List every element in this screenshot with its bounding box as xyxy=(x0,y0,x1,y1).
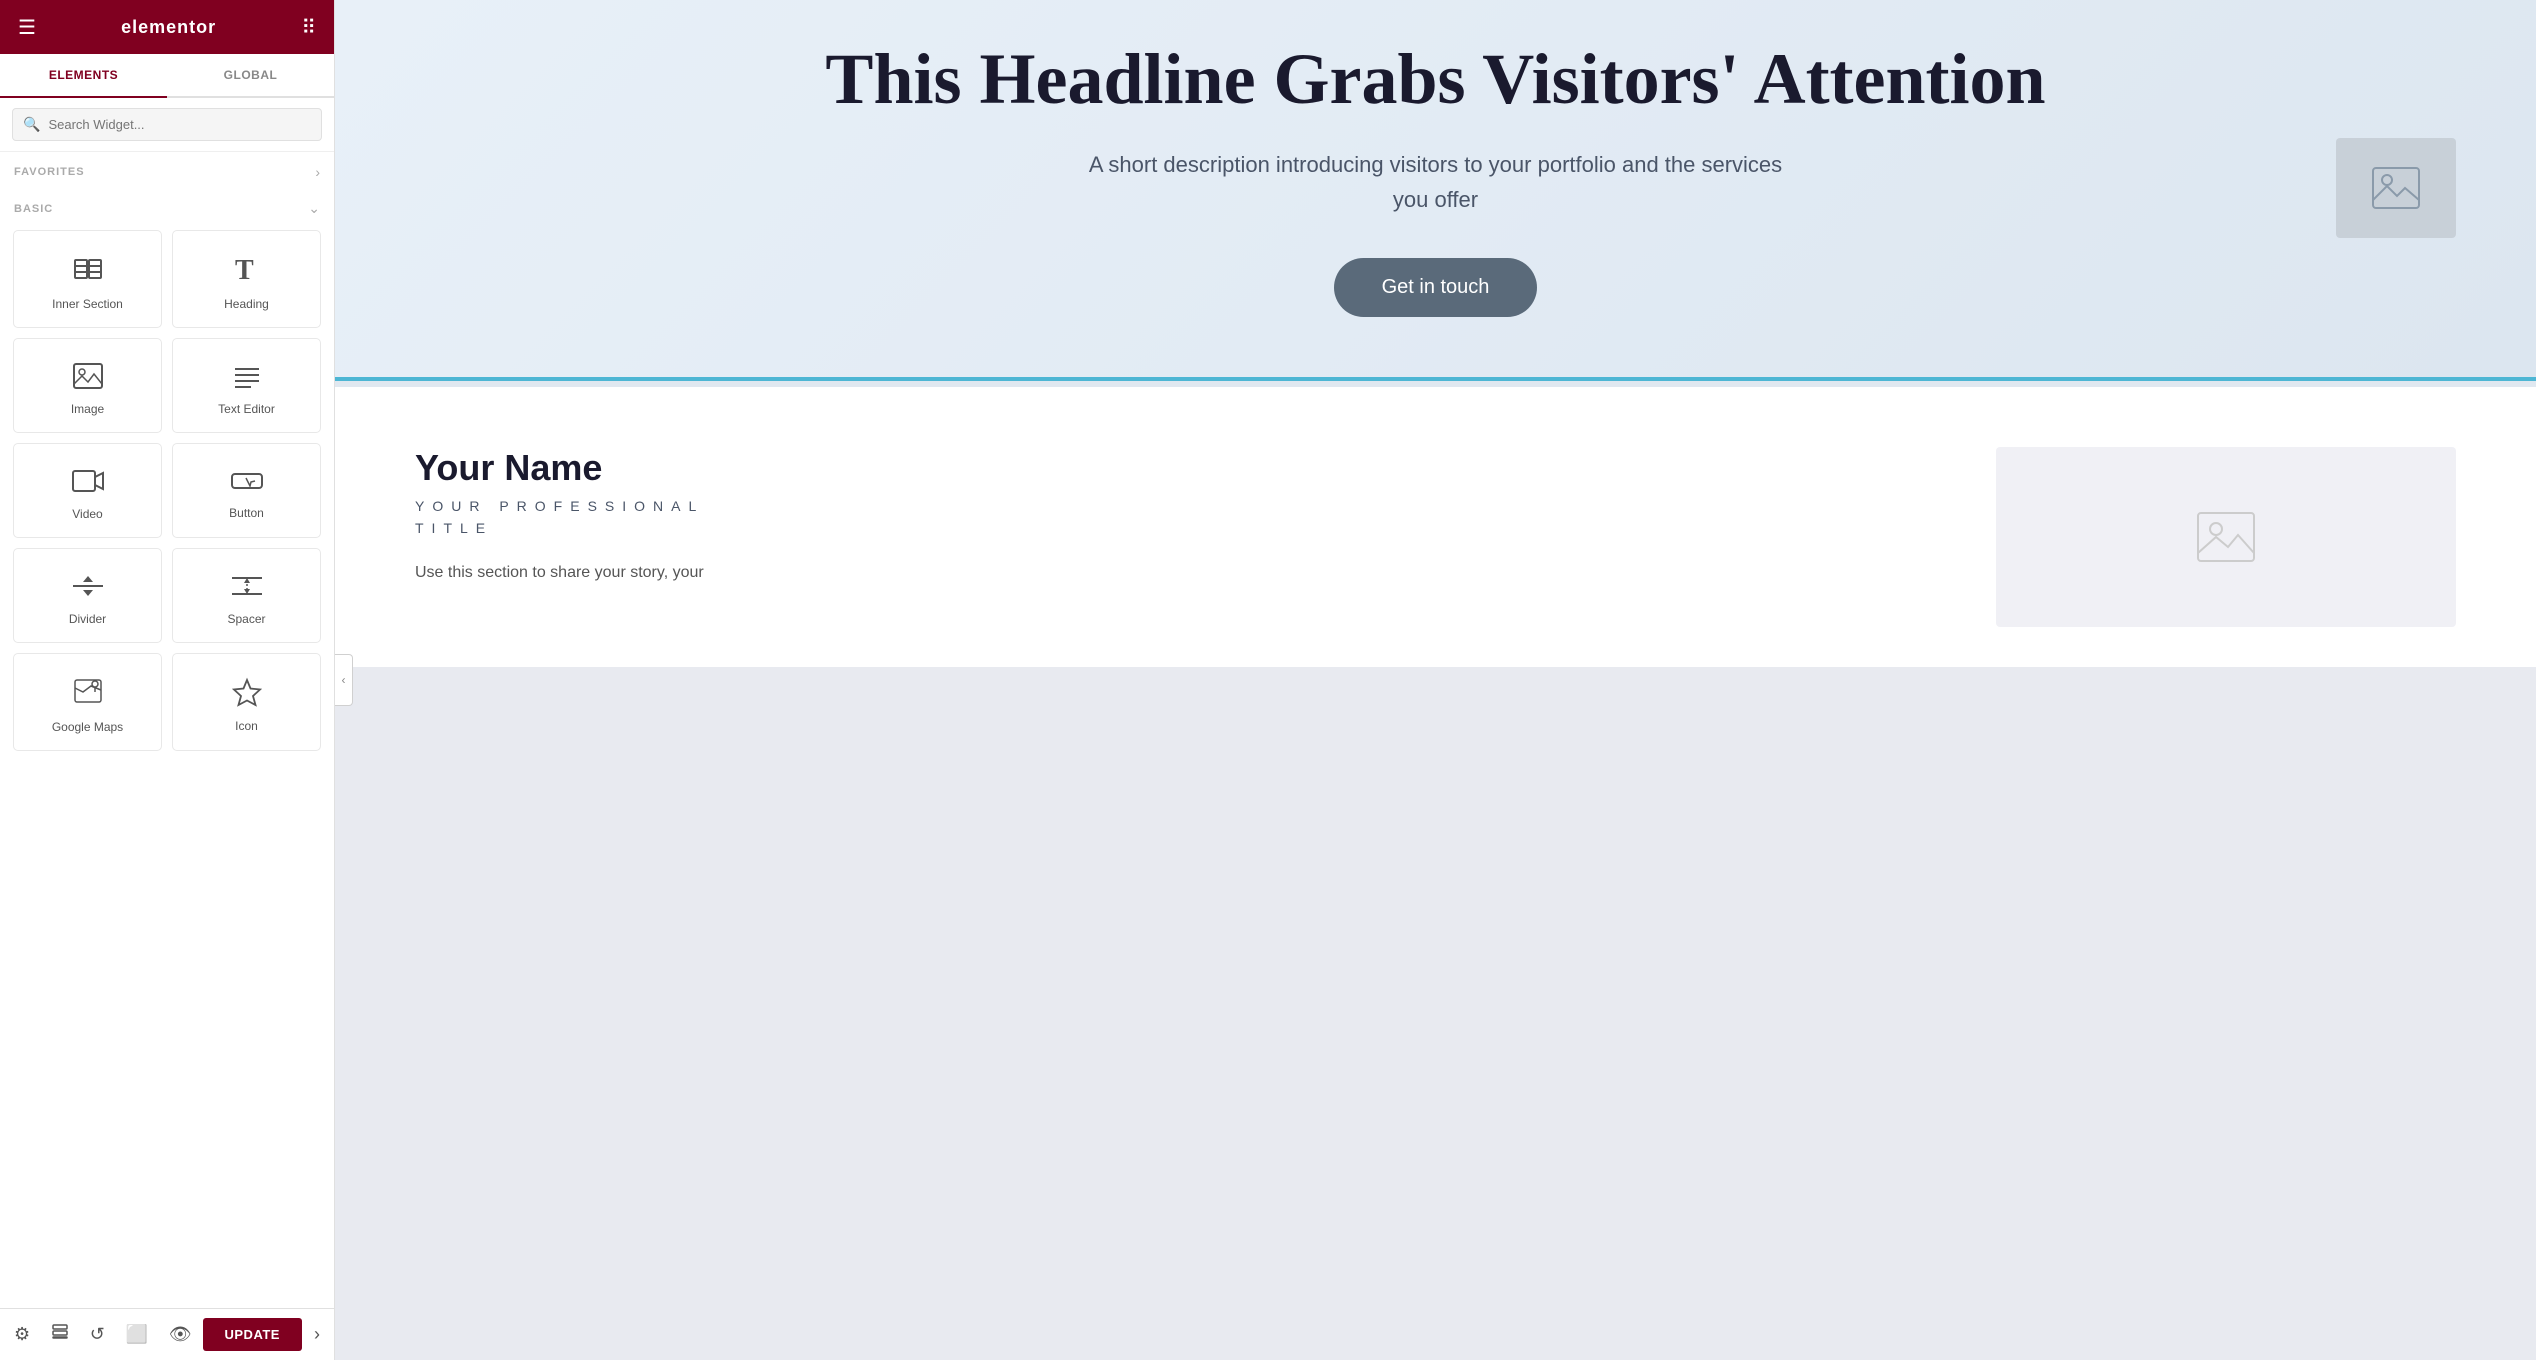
spacer-icon xyxy=(230,572,264,604)
about-section: Your Name YOUR PROFESSIONALTITLE Use thi… xyxy=(335,387,2536,667)
settings-icon[interactable]: ⚙ xyxy=(4,1314,40,1355)
widget-inner-section[interactable]: Inner Section xyxy=(13,230,162,328)
widget-heading[interactable]: T Heading xyxy=(172,230,321,328)
get-in-touch-button[interactable]: Get in touch xyxy=(1334,258,1538,317)
search-box: 🔍 xyxy=(12,108,322,141)
update-button[interactable]: UPDATE xyxy=(203,1318,302,1351)
basic-arrow-icon: ⌄ xyxy=(308,200,320,217)
tabs-row: ELEMENTS GLOBAL xyxy=(0,54,334,98)
basic-section-header[interactable]: BASIC ⌄ xyxy=(0,188,334,225)
about-image-placeholder xyxy=(1996,447,2456,627)
widgets-grid: Inner Section T Heading Image xyxy=(0,225,334,764)
footer-chevron-icon[interactable]: › xyxy=(304,1314,330,1355)
text-editor-icon xyxy=(231,362,263,394)
hero-image-placeholder xyxy=(2336,138,2456,238)
search-input[interactable] xyxy=(48,117,311,132)
preview-icon[interactable]: 👁 xyxy=(159,1314,202,1355)
favorites-label: FAVORITES xyxy=(14,166,85,178)
hero-headline: This Headline Grabs Visitors' Attention xyxy=(415,40,2456,119)
widget-inner-section-label: Inner Section xyxy=(52,297,123,311)
about-text: Your Name YOUR PROFESSIONALTITLE Use thi… xyxy=(415,447,1936,587)
about-description: Use this section to share your story, yo… xyxy=(415,559,1936,586)
image-icon xyxy=(72,362,104,394)
section-divider xyxy=(335,379,2536,387)
video-icon xyxy=(71,467,105,499)
sidebar: ☰ elementor ⠿ ELEMENTS GLOBAL 🔍 FAVORITE… xyxy=(0,0,335,1360)
elementor-logo: elementor xyxy=(121,17,216,38)
button-icon xyxy=(230,468,264,498)
tab-elements[interactable]: ELEMENTS xyxy=(0,54,167,98)
sidebar-header: ☰ elementor ⠿ xyxy=(0,0,334,54)
widget-image-label: Image xyxy=(71,402,104,416)
heading-icon: T xyxy=(231,253,263,289)
responsive-icon[interactable]: ⬜ xyxy=(116,1314,158,1355)
widget-icon[interactable]: Icon xyxy=(172,653,321,751)
widget-google-maps-label: Google Maps xyxy=(52,720,123,734)
widget-image[interactable]: Image xyxy=(13,338,162,433)
widget-video-label: Video xyxy=(72,507,102,521)
canvas: ‹ This Headline Grabs Visitors' Attentio… xyxy=(335,0,2536,1360)
svg-text:T: T xyxy=(235,255,254,285)
widget-button-label: Button xyxy=(229,506,264,520)
sidebar-footer: ⚙ ↺ ⬜ 👁 UPDATE › xyxy=(0,1308,334,1360)
basic-label: BASIC xyxy=(14,203,53,215)
maps-icon xyxy=(73,676,103,712)
grid-icon[interactable]: ⠿ xyxy=(301,15,316,40)
widget-icon-label: Icon xyxy=(235,719,258,733)
search-icon: 🔍 xyxy=(23,116,40,133)
inner-section-icon xyxy=(72,253,104,289)
footer-right: UPDATE › xyxy=(203,1314,330,1355)
divider-icon xyxy=(71,572,105,604)
widget-divider[interactable]: Divider xyxy=(13,548,162,643)
tab-global[interactable]: GLOBAL xyxy=(167,54,334,96)
hamburger-icon[interactable]: ☰ xyxy=(18,15,36,40)
about-name: Your Name xyxy=(415,447,1936,489)
layers-icon[interactable] xyxy=(41,1313,79,1356)
widget-google-maps[interactable]: Google Maps xyxy=(13,653,162,751)
favorites-arrow-icon: › xyxy=(315,164,320,180)
icon-icon xyxy=(232,677,262,711)
widget-button[interactable]: Button xyxy=(172,443,321,538)
widget-spacer-label: Spacer xyxy=(227,612,265,626)
hero-section: This Headline Grabs Visitors' Attention … xyxy=(335,0,2536,379)
search-row: 🔍 xyxy=(0,98,334,152)
widget-heading-label: Heading xyxy=(224,297,269,311)
hero-subtext: A short description introducing visitors… xyxy=(1086,147,1786,217)
history-icon[interactable]: ↺ xyxy=(80,1314,115,1355)
collapse-icon: ‹ xyxy=(342,673,346,687)
favorites-section-header[interactable]: FAVORITES › xyxy=(0,152,334,188)
collapse-handle[interactable]: ‹ xyxy=(335,654,353,706)
widget-text-editor[interactable]: Text Editor xyxy=(172,338,321,433)
widget-spacer[interactable]: Spacer xyxy=(172,548,321,643)
widget-divider-label: Divider xyxy=(69,612,106,626)
widget-video[interactable]: Video xyxy=(13,443,162,538)
about-title: YOUR PROFESSIONALTITLE xyxy=(415,495,1936,540)
widget-text-editor-label: Text Editor xyxy=(218,402,275,416)
